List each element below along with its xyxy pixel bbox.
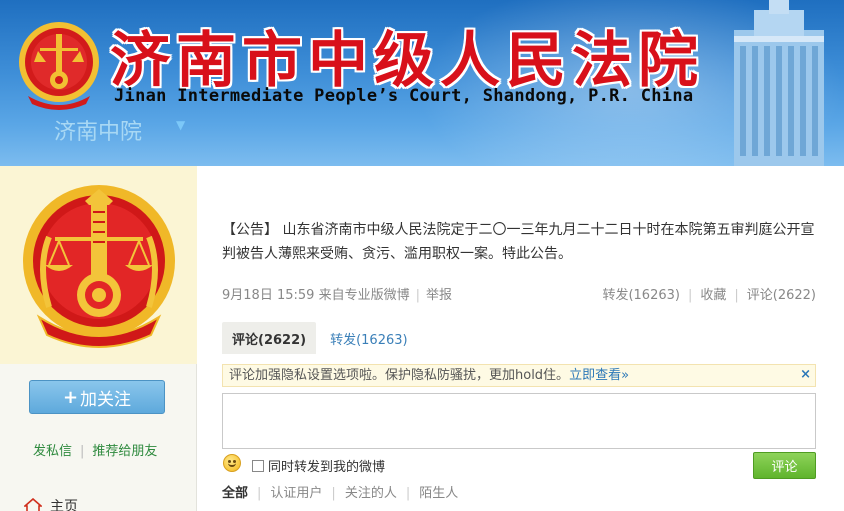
post-time[interactable]: 9月18日 15:59 — [222, 288, 314, 303]
divider: | — [415, 288, 420, 303]
comment-filters: 全部 | 认证用户 | 关注的人 | 陌生人 — [222, 482, 458, 501]
comment-submit-button[interactable]: 评论 — [753, 452, 816, 479]
follow-button[interactable]: + 加关注 — [29, 380, 165, 414]
divider: | — [734, 288, 739, 303]
report-link[interactable]: 举报 — [426, 288, 452, 303]
comment-input[interactable] — [222, 393, 816, 449]
home-label: 主页 — [50, 499, 78, 511]
sidebar-links: 发私信 | 推荐给朋友 — [33, 440, 157, 459]
header-banner: 济南市中级人民法院 Jinan Intermediate People’s Co… — [0, 0, 844, 166]
recommend-link[interactable]: 推荐给朋友 — [92, 444, 157, 459]
favorite-action[interactable]: 收藏 — [700, 288, 726, 303]
repost-checkbox[interactable] — [252, 459, 264, 472]
repost-checkbox-label: 同时转发到我的微博 — [268, 460, 386, 475]
plus-icon: + — [62, 386, 79, 408]
repost-action[interactable]: 转发(16263) — [602, 288, 680, 303]
close-icon[interactable]: × — [800, 364, 811, 385]
post-text: 【公告】 山东省济南市中级人民法院定于二〇一三年九月二十二日十时在本院第五审判庭… — [222, 222, 815, 262]
home-icon — [24, 498, 42, 511]
court-emblem-avatar-icon — [22, 185, 175, 348]
tab-reposts[interactable]: 转发(16263) — [320, 322, 418, 354]
post-meta: 9月18日 15:59 来自专业版微博 | 举报 — [222, 284, 452, 303]
main-content: 【公告】 山东省济南市中级人民法院定于二〇一三年九月二十二日十时在本院第五审判庭… — [198, 166, 844, 511]
court-name-english: Jinan Intermediate People’s Court, Shand… — [114, 86, 694, 106]
tab-comments[interactable]: 评论(2622) — [222, 322, 317, 354]
avatar[interactable] — [0, 166, 197, 364]
repost-checkbox-row[interactable]: 同时转发到我的微博 — [252, 456, 385, 475]
filter-strangers[interactable]: 陌生人 — [419, 486, 458, 501]
filter-verified[interactable]: 认证用户 — [270, 486, 322, 501]
divider: | — [687, 288, 693, 303]
filter-following[interactable]: 关注的人 — [345, 486, 397, 501]
comment-action[interactable]: 评论(2622) — [747, 288, 816, 303]
privacy-notice: 评论加强隐私设置选项啦。保护隐私防骚扰，更加hold住。立即查看» × — [222, 364, 816, 387]
verified-icon: ▼ — [176, 118, 186, 132]
post-source: 来自专业版微博 — [318, 288, 410, 303]
post-actions: 转发(16263) | 收藏 | 评论(2622) — [602, 284, 816, 303]
notice-text: 评论加强隐私设置选项啦。保护隐私防骚扰，更加hold住。 — [229, 368, 570, 383]
court-building-image — [734, 0, 824, 166]
emoji-icon[interactable] — [223, 454, 241, 472]
notice-view-link[interactable]: 立即查看» — [569, 368, 629, 383]
weibo-account-name: 济南中院 — [54, 120, 143, 145]
follow-button-label: 加关注 — [80, 389, 132, 410]
divider: | — [405, 486, 411, 501]
divider: | — [257, 486, 262, 501]
left-sidebar: + 加关注 发私信 | 推荐给朋友 主页 — [0, 166, 197, 511]
filter-all[interactable]: 全部 — [222, 486, 248, 501]
comment-tabs: 评论(2622) 转发(16263) — [222, 322, 418, 354]
sidebar-item-home[interactable]: 主页 — [24, 496, 78, 511]
divider: | — [80, 444, 85, 459]
divider: | — [331, 486, 336, 501]
court-emblem-icon — [19, 22, 99, 110]
send-message-link[interactable]: 发私信 — [33, 444, 72, 459]
